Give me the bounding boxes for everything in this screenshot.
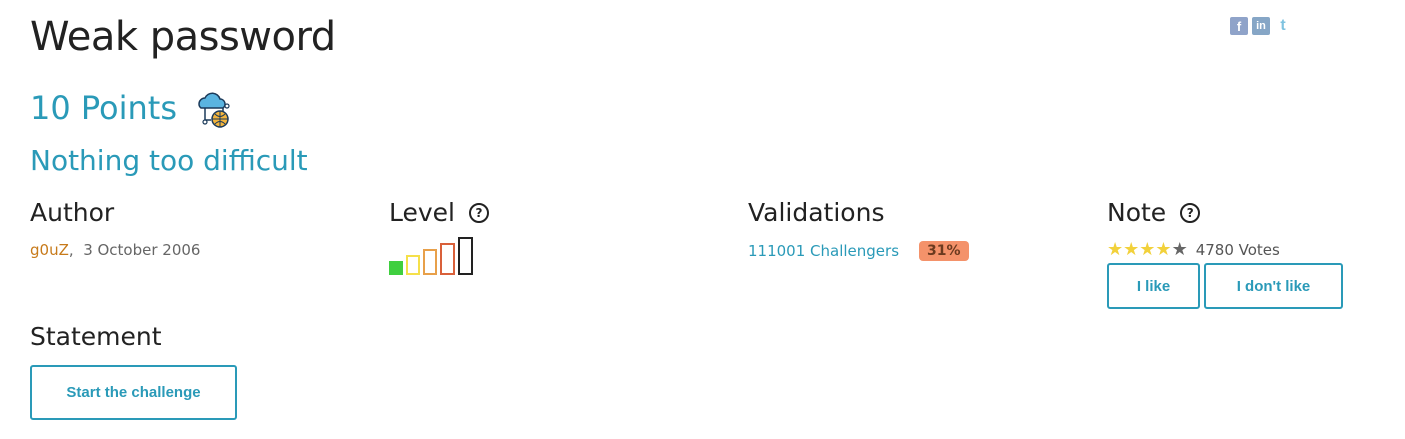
level-bar [440,243,455,275]
publish-date: 3 October 2006 [83,241,201,259]
level-section: Level? [389,198,489,275]
validations-count[interactable]: 111001 Challengers [748,242,899,260]
level-heading: Level [389,198,455,227]
statement-heading: Statement [30,322,162,351]
note-section: Note? ★ ★ ★ ★ ★ 4780 Votes I like I don't li… [1107,198,1343,309]
star-icon: ★ [1123,239,1140,260]
linkedin-icon[interactable]: in [1252,17,1270,35]
level-bar [423,249,437,275]
note-heading-row: Note? [1107,198,1343,227]
author-heading: Author [30,198,115,227]
points-value: 10 Points [30,89,178,127]
statement-section: Statement Start the challenge [30,322,237,420]
challenge-title: Weak password [30,14,336,60]
validation-percent-badge: 31% [919,241,969,261]
star-icon: ★ [1155,239,1172,260]
rating-stars: ★ ★ ★ ★ ★ [1107,241,1188,259]
votes-count: 4780 Votes [1195,241,1280,259]
author-name[interactable]: g0uZ [30,241,69,259]
star-icon: ★ [1139,239,1156,260]
level-heading-row: Level? [389,198,489,227]
level-indicator [389,237,489,275]
author-separator: , [68,241,74,259]
star-icon: ★ [1171,239,1188,260]
validations-row: 111001 Challengers 31% [748,241,969,261]
rating-row: ★ ★ ★ ★ ★ 4780 Votes [1107,241,1343,260]
star-icon: ★ [1107,239,1124,260]
author-section: Author g0uZ, 3 October 2006 [30,198,200,259]
note-help-icon[interactable]: ? [1180,202,1201,223]
level-bar [389,261,403,275]
note-heading: Note [1107,198,1167,227]
author-meta: g0uZ, 3 October 2006 [30,241,200,259]
dislike-button[interactable]: I don't like [1204,263,1343,309]
start-challenge-button[interactable]: Start the challenge [30,365,237,420]
cloud-network-icon [198,92,230,128]
challenge-subtitle: Nothing too difficult [30,144,308,177]
vote-buttons: I like I don't like [1107,263,1343,309]
level-bar [458,237,473,275]
level-bar [406,255,420,275]
points-row: 10 Points [30,86,235,130]
twitter-icon[interactable]: t [1274,17,1292,35]
facebook-icon[interactable]: f [1230,17,1248,35]
social-share: f in t [1230,17,1292,35]
validations-section: Validations 111001 Challengers 31% [748,198,969,261]
level-help-icon[interactable]: ? [469,202,489,223]
validations-heading: Validations [748,198,885,227]
like-button[interactable]: I like [1107,263,1200,309]
